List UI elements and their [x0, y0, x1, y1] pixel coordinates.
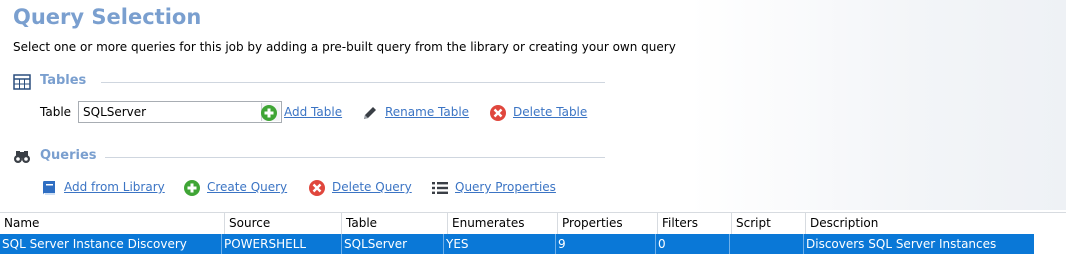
column-header-script[interactable]: Script	[732, 213, 806, 234]
plus-circle-icon	[184, 180, 200, 196]
tables-section-label: Tables	[40, 73, 87, 88]
cell-enumerates: YES	[444, 234, 556, 254]
queries-section-header: Queries	[13, 148, 605, 166]
cell-script	[730, 234, 804, 254]
add-table-label: Add Table	[284, 105, 343, 119]
column-header-enumerates[interactable]: Enumerates	[448, 213, 558, 234]
column-header-table[interactable]: Table	[342, 213, 448, 234]
query-properties-label: Query Properties	[455, 180, 556, 194]
tables-section-header: Tables	[13, 73, 605, 91]
x-circle-icon	[490, 105, 506, 121]
column-header-source[interactable]: Source	[225, 213, 342, 234]
cell-filters: 0	[656, 234, 730, 254]
table-select-value: SQLServer	[83, 105, 147, 119]
background-wash	[690, 0, 1066, 210]
x-circle-icon	[309, 180, 325, 196]
table-select[interactable]: SQLServer	[78, 101, 282, 123]
plus-circle-icon	[261, 105, 277, 121]
page-subtitle: Select one or more queries for this job …	[13, 40, 676, 54]
cell-name: SQL Server Instance Discovery	[0, 234, 222, 254]
delete-query-label: Delete Query	[332, 180, 412, 194]
delete-table-label: Delete Table	[513, 105, 588, 119]
queries-section-divider	[105, 157, 605, 158]
cell-properties: 9	[556, 234, 656, 254]
table-grid-icon	[13, 74, 31, 90]
grid-top-border-extension	[1034, 212, 1066, 213]
tables-section-divider	[101, 82, 605, 83]
list-icon	[432, 182, 448, 194]
pencil-icon	[364, 107, 376, 119]
add-from-library-label: Add from Library	[64, 180, 165, 194]
cell-description: Discovers SQL Server Instances	[806, 237, 997, 251]
table-label: Table	[40, 105, 72, 119]
table-row[interactable]: SQL Server Instance Discovery POWERSHELL…	[0, 234, 1034, 254]
book-icon	[43, 181, 55, 195]
page-title: Query Selection	[13, 5, 202, 29]
cell-table: SQLServer	[342, 234, 444, 254]
column-header-description[interactable]: Description	[806, 213, 1034, 234]
rename-table-label: Rename Table	[385, 105, 470, 119]
column-header-filters[interactable]: Filters	[658, 213, 732, 234]
column-header-properties[interactable]: Properties	[558, 213, 658, 234]
queries-section-label: Queries	[40, 148, 97, 163]
create-query-label: Create Query	[207, 180, 288, 194]
binoculars-icon	[14, 151, 30, 163]
cell-source: POWERSHELL	[222, 234, 342, 254]
column-header-name[interactable]: Name	[0, 213, 225, 234]
grid-header: Name Source Table Enumerates Properties …	[0, 212, 1034, 235]
